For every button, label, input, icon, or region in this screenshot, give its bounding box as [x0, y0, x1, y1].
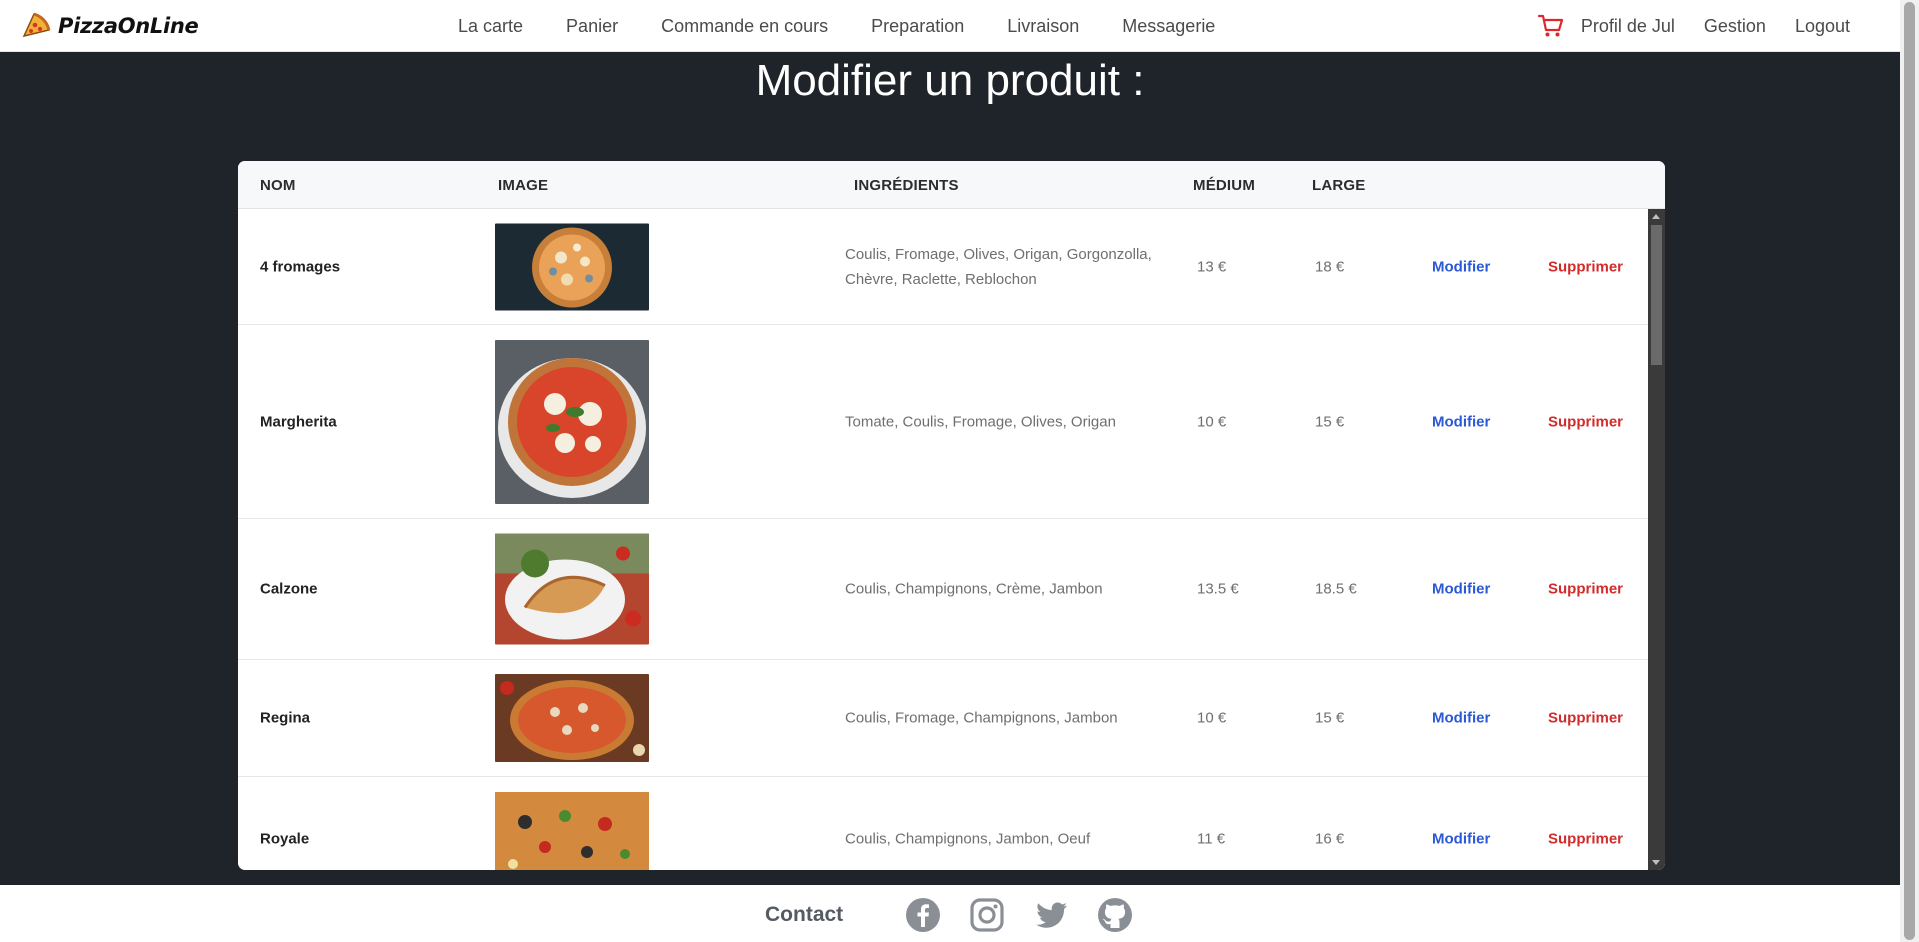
product-image — [495, 792, 649, 870]
price-medium: 13.5 € — [1197, 580, 1239, 598]
page-scrollbar[interactable] — [1900, 0, 1919, 942]
price-medium: 11 € — [1197, 830, 1226, 848]
header-medium: MÉDIUM — [1193, 177, 1256, 194]
page-scrollbar-thumb[interactable] — [1904, 2, 1915, 940]
header-large: LARGE — [1312, 177, 1366, 194]
header-ingredients: INGRÉDIENTS — [854, 177, 959, 194]
nav-logout[interactable]: Logout — [1795, 16, 1850, 37]
price-medium: 13 € — [1197, 258, 1227, 275]
nav-panier[interactable]: Panier — [566, 16, 618, 37]
instagram-icon[interactable] — [969, 897, 1005, 933]
price-medium: 10 € — [1197, 413, 1227, 430]
table-row: Calzone Coulis, Champignons, Crème, Jamb… — [238, 519, 1648, 660]
price-large: 15 € — [1315, 413, 1345, 430]
main-nav: La carte Panier Commande en cours Prepar… — [458, 0, 1258, 52]
table-row: Margherita Tomate, Coulis, Fromage, Oliv… — [238, 325, 1648, 519]
product-image — [495, 223, 649, 310]
cart-icon[interactable] — [1537, 12, 1565, 40]
table-body: 4 fromages Coulis, Fromage, Olives, Orig… — [238, 209, 1648, 870]
product-name: Royale — [260, 830, 310, 848]
price-large: 15 € — [1315, 709, 1345, 727]
nav-profile[interactable]: Profil de Jul — [1581, 16, 1675, 37]
brand-name: PizzaOnLine — [58, 13, 199, 38]
footer: Contact — [0, 885, 1900, 942]
edit-button[interactable]: Modifier — [1432, 831, 1490, 848]
twitter-icon[interactable] — [1033, 897, 1069, 933]
pizza-slice-icon — [22, 12, 51, 37]
edit-button[interactable]: Modifier — [1432, 581, 1490, 598]
product-ingredients: Coulis, Fromage, Champignons, Jambon — [845, 709, 1118, 727]
github-icon[interactable] — [1097, 897, 1133, 933]
product-ingredients: Tomate, Coulis, Fromage, Olives, Origan — [845, 413, 1116, 430]
edit-button[interactable]: Modifier — [1432, 258, 1490, 275]
delete-button[interactable]: Supprimer — [1548, 413, 1623, 430]
price-large: 18.5 € — [1315, 580, 1357, 598]
nav-preparation[interactable]: Preparation — [871, 16, 964, 37]
product-name: 4 fromages — [260, 258, 341, 275]
delete-button[interactable]: Supprimer — [1548, 831, 1623, 848]
facebook-icon[interactable] — [905, 897, 941, 933]
nav-gestion[interactable]: Gestion — [1704, 16, 1766, 37]
table-row: Regina Coulis, Fromage, Champignons, Jam… — [238, 660, 1648, 777]
product-name: Regina — [260, 709, 311, 727]
table-scrollbar[interactable] — [1648, 209, 1665, 870]
contact-label: Contact — [765, 903, 844, 926]
price-large: 16 € — [1315, 830, 1345, 848]
user-nav: Profil de Jul Gestion Logout — [1537, 0, 1850, 52]
nav-livraison[interactable]: Livraison — [1007, 16, 1079, 37]
product-name: Calzone — [260, 580, 318, 598]
header-nom: NOM — [260, 177, 296, 194]
table-row: 4 fromages Coulis, Fromage, Olives, Orig… — [238, 209, 1648, 325]
price-large: 18 € — [1315, 258, 1345, 275]
products-table: NOM IMAGE INGRÉDIENTS MÉDIUM LARGE 4 fro… — [238, 161, 1665, 870]
nav-la-carte[interactable]: La carte — [458, 16, 523, 37]
page-title: Modifier un produit : — [755, 56, 1145, 105]
edit-button[interactable]: Modifier — [1432, 710, 1490, 727]
header-image: IMAGE — [498, 177, 549, 194]
edit-button[interactable]: Modifier — [1432, 413, 1490, 430]
scroll-down-arrow-icon[interactable] — [1652, 860, 1660, 865]
product-ingredients: Coulis, Champignons, Jambon, Oeuf — [845, 830, 1091, 848]
delete-button[interactable]: Supprimer — [1548, 710, 1623, 727]
product-image — [495, 533, 649, 645]
nav-messagerie[interactable]: Messagerie — [1122, 16, 1215, 37]
table-header: NOM IMAGE INGRÉDIENTS MÉDIUM LARGE — [238, 161, 1665, 209]
product-name: Margherita — [260, 413, 337, 430]
brand[interactable]: PizzaOnLine — [20, 10, 199, 42]
table-row: Royale Coulis, Champignons, Jambon, Oeuf… — [238, 777, 1648, 870]
delete-button[interactable]: Supprimer — [1548, 258, 1623, 275]
product-ingredients: Coulis, Champignons, Crème, Jambon — [845, 580, 1103, 598]
product-image — [495, 674, 649, 762]
product-image — [495, 339, 649, 504]
scroll-up-arrow-icon[interactable] — [1652, 214, 1660, 219]
table-scrollbar-thumb[interactable] — [1651, 225, 1662, 365]
navbar: PizzaOnLine La carte Panier Commande en … — [0, 0, 1900, 52]
delete-button[interactable]: Supprimer — [1548, 581, 1623, 598]
price-medium: 10 € — [1197, 709, 1227, 727]
product-ingredients: Coulis, Fromage, Olives, Origan, Gorgonz… — [845, 245, 1152, 288]
nav-commande-en-cours[interactable]: Commande en cours — [661, 16, 828, 37]
